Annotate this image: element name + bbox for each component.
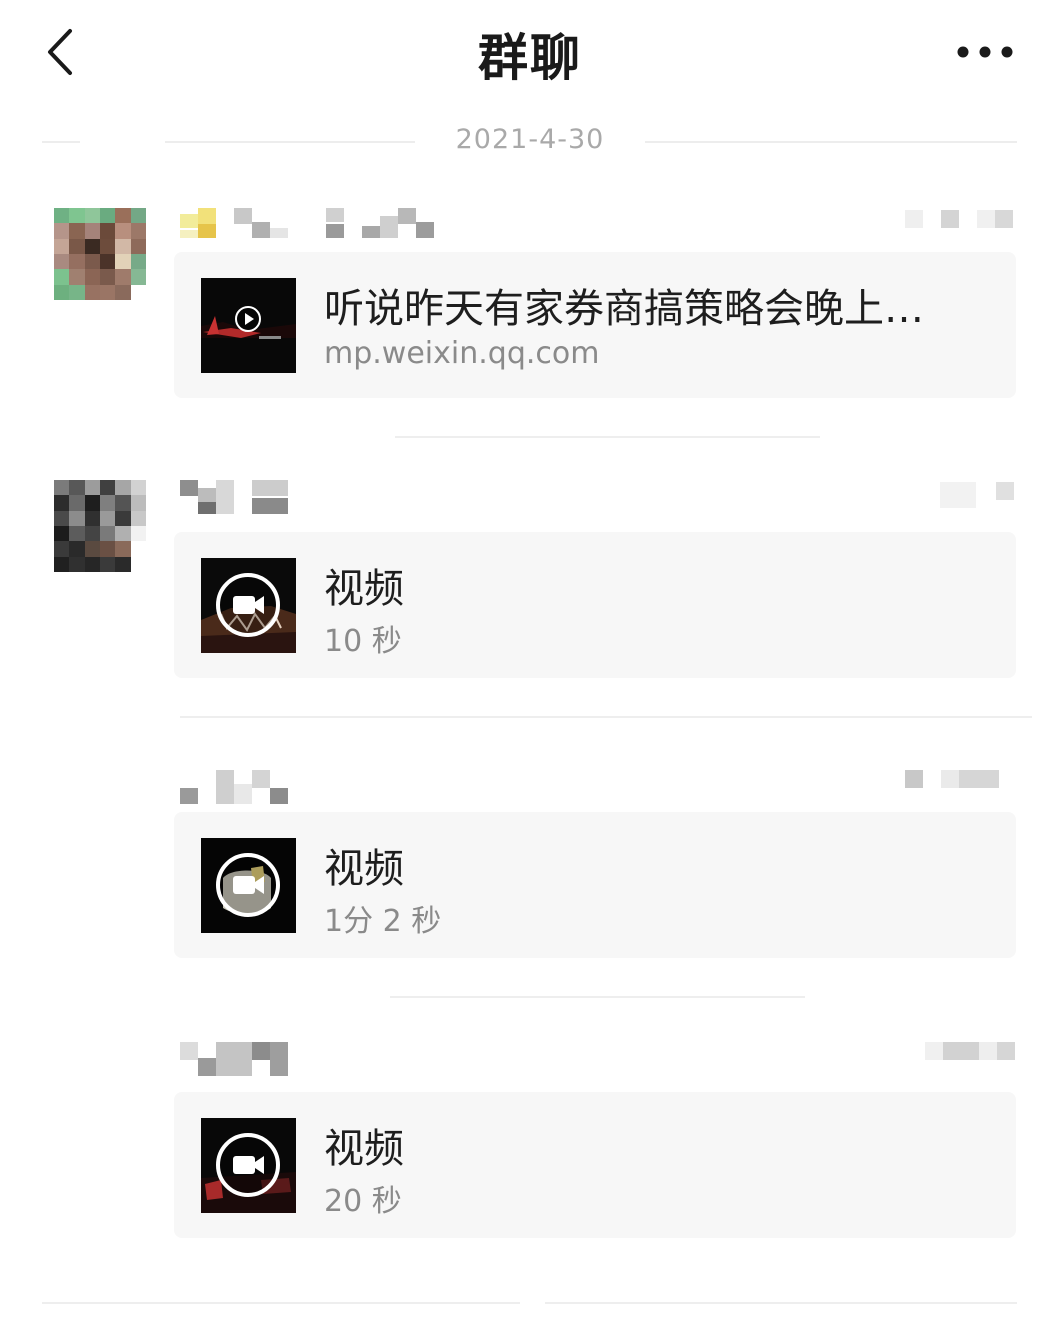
video-title: 视频 [324, 846, 404, 892]
message-time-redacted [940, 482, 1016, 508]
message-separator [42, 1302, 520, 1304]
divider-line [645, 141, 1017, 143]
divider-line [42, 141, 80, 143]
message-time-redacted [925, 1042, 1017, 1062]
video-thumbnail [201, 1118, 296, 1213]
video-card[interactable]: 视频 1分 2 秒 [174, 812, 1016, 958]
video-card[interactable]: 视频 20 秒 [174, 1092, 1016, 1238]
divider-line [165, 141, 415, 143]
more-dots-icon [957, 46, 1013, 58]
more-button[interactable] [945, 22, 1025, 82]
video-camera-icon [216, 573, 280, 637]
date-label: 2021-4-30 [455, 124, 605, 155]
video-title: 视频 [324, 1126, 404, 1172]
message-separator [390, 996, 805, 998]
video-duration: 10 秒 [324, 624, 402, 659]
video-camera-icon [216, 853, 280, 917]
link-thumbnail [201, 278, 296, 373]
video-card[interactable]: 视频 10 秒 [174, 532, 1016, 678]
sender-name-redacted [180, 480, 300, 514]
sender-name-redacted [180, 1042, 300, 1076]
video-duration: 20 秒 [324, 1184, 402, 1219]
link-source: mp.weixin.qq.com [324, 336, 600, 371]
message-time-redacted [905, 770, 999, 790]
video-thumbnail [201, 838, 296, 933]
video-camera-icon [216, 1133, 280, 1197]
sender-name-redacted [180, 770, 300, 804]
video-thumbnail [201, 558, 296, 653]
video-duration: 1分 2 秒 [324, 904, 442, 939]
message-separator [395, 436, 820, 438]
avatar[interactable] [54, 480, 146, 572]
nav-bar: 群聊 [0, 0, 1060, 110]
video-title: 视频 [324, 566, 404, 612]
play-icon [235, 306, 261, 332]
sender-name-redacted [180, 208, 440, 240]
link-card[interactable]: 听说昨天有家券商搞策略会晚上… mp.weixin.qq.com [174, 252, 1016, 398]
message-separator [180, 716, 1032, 718]
message-separator [545, 1302, 1017, 1304]
page-title: 群聊 [478, 29, 582, 87]
link-title: 听说昨天有家券商搞策略会晚上… [324, 286, 924, 332]
message-time-redacted [905, 210, 1017, 230]
date-divider: 2021-4-30 [0, 120, 1060, 164]
avatar[interactable] [54, 208, 146, 300]
